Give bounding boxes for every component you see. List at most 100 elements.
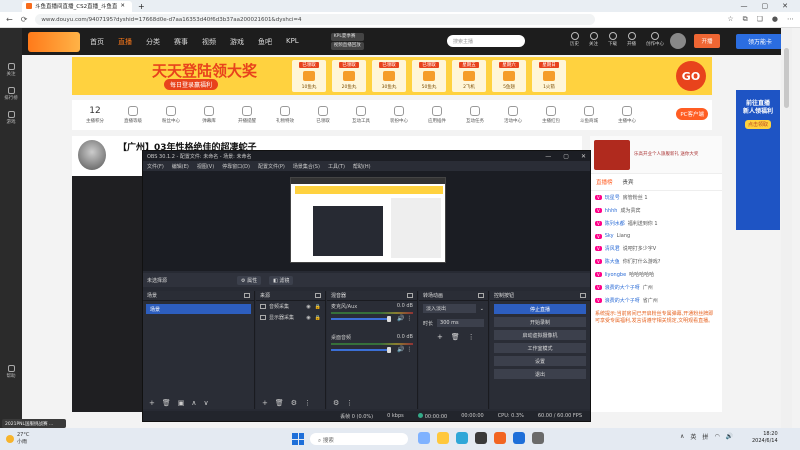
go-button[interactable]: GO bbox=[676, 61, 706, 91]
favorites-icon[interactable]: ❏ bbox=[757, 15, 763, 24]
day-card[interactable]: 已领取 10鱼丸 bbox=[292, 60, 326, 92]
nav-live[interactable]: 直播 bbox=[118, 37, 132, 47]
volume-slider[interactable]: 🔊 ⋮ bbox=[331, 346, 413, 353]
duration-input[interactable]: 300 ms bbox=[437, 319, 484, 327]
download-button[interactable]: 下载 bbox=[608, 32, 617, 47]
category-item[interactable]: 互动任务 bbox=[458, 106, 492, 124]
more-icon[interactable]: ⋮ bbox=[304, 399, 311, 407]
volume-icon[interactable]: 🔊 bbox=[726, 433, 733, 440]
more-icon[interactable]: ⋮ bbox=[346, 399, 353, 407]
tray-lang[interactable]: 英 bbox=[690, 432, 696, 441]
settings-icon[interactable] bbox=[532, 432, 544, 444]
category-item[interactable]: 粉丝中心 bbox=[154, 106, 188, 124]
obs-minimize-button[interactable]: — bbox=[545, 153, 551, 160]
clock[interactable]: 18:20 2024/6/14 bbox=[752, 431, 778, 445]
tab-vip[interactable]: 贵宾 bbox=[623, 178, 634, 186]
category-item[interactable]: 弹幕库 bbox=[192, 106, 226, 124]
sidebar-item-games[interactable]: 游戏 bbox=[0, 106, 22, 130]
nav-events[interactable]: 赛事 bbox=[174, 37, 188, 47]
speaker-icon[interactable]: 🔊 ⋮ bbox=[397, 315, 412, 322]
new-tab-icon[interactable]: + bbox=[138, 2, 145, 11]
edge-icon[interactable] bbox=[456, 432, 468, 444]
scrollbar-thumb[interactable] bbox=[784, 48, 789, 108]
undock-icon[interactable] bbox=[580, 293, 586, 298]
properties-button[interactable]: ⚙ 属性 bbox=[237, 275, 262, 285]
slider-knob[interactable] bbox=[387, 316, 391, 322]
nav-video[interactable]: 视频 bbox=[202, 37, 216, 47]
obs-icon[interactable] bbox=[475, 432, 487, 444]
app-icon[interactable] bbox=[494, 432, 506, 444]
history-button[interactable]: 历史 bbox=[570, 32, 579, 47]
menu-help[interactable]: 帮助(H) bbox=[353, 163, 371, 170]
move-down-icon[interactable]: ∨ bbox=[204, 399, 209, 407]
nav-home[interactable]: 首页 bbox=[90, 37, 104, 47]
streamer-avatar[interactable] bbox=[78, 140, 106, 170]
day-card[interactable]: 已领取 20鱼丸 bbox=[332, 60, 366, 92]
stop-streaming-button[interactable]: 停止直播 bbox=[494, 304, 586, 314]
add-icon[interactable]: + bbox=[149, 399, 155, 407]
weather-widget[interactable]: 27°C 小雨 bbox=[6, 432, 29, 445]
add-icon[interactable]: + bbox=[437, 333, 443, 341]
volume-slider[interactable]: 🔊 ⋮ bbox=[331, 315, 413, 322]
category-item[interactable]: 应用插件 bbox=[420, 106, 454, 124]
sidebar-item-help[interactable]: 帮助 bbox=[0, 360, 22, 384]
day-card[interactable]: 星期日 1火箭 bbox=[532, 60, 566, 92]
site-search-input[interactable]: 搜索主播 bbox=[447, 35, 525, 47]
speaker-icon[interactable]: 🔊 ⋮ bbox=[397, 346, 412, 353]
remove-icon[interactable]: 🗑 bbox=[162, 399, 171, 407]
category-item[interactable]: 开播提醒 bbox=[230, 106, 264, 124]
menu-profile[interactable]: 配置文件(P) bbox=[258, 163, 285, 170]
visibility-icon[interactable]: ◉ bbox=[306, 304, 310, 310]
source-item[interactable]: 音频采集 ◉ 🔒 bbox=[256, 301, 325, 312]
tab-close-icon[interactable]: ✕ bbox=[120, 3, 125, 9]
start-button[interactable] bbox=[292, 433, 304, 445]
profile-icon[interactable]: ● bbox=[772, 15, 778, 24]
go-live-button[interactable]: 开播 bbox=[627, 32, 636, 47]
sidebar-item-ranking[interactable]: 排行榜 bbox=[0, 82, 22, 106]
wifi-icon[interactable]: ◠ bbox=[714, 433, 719, 440]
pc-client-button[interactable]: PC客户端 bbox=[676, 108, 708, 120]
category-item[interactable]: 12 主播积分 bbox=[78, 106, 112, 124]
undock-icon[interactable] bbox=[244, 293, 250, 298]
obs-preview[interactable] bbox=[143, 171, 590, 271]
user-avatar[interactable] bbox=[670, 33, 686, 49]
category-item[interactable]: 装扮中心 bbox=[382, 106, 416, 124]
lock-icon[interactable]: 🔒 bbox=[315, 315, 321, 321]
undock-icon[interactable] bbox=[315, 293, 321, 298]
category-item[interactable]: 活动中心 bbox=[496, 106, 530, 124]
chat-user[interactable]: 清风君 bbox=[605, 245, 620, 252]
virtual-camera-button[interactable]: 启动虚拟摄像机 bbox=[494, 330, 586, 340]
nav-kpl[interactable]: KPL bbox=[286, 37, 299, 47]
notification-toast[interactable]: 2021PNL国服挑战赛 ... bbox=[2, 419, 66, 428]
scene-item[interactable]: 场景 bbox=[146, 304, 251, 314]
day-card[interactable]: 已领取 30鱼丸 bbox=[372, 60, 406, 92]
file-explorer-icon[interactable] bbox=[437, 432, 449, 444]
nav-games[interactable]: 游戏 bbox=[230, 37, 244, 47]
store-icon[interactable] bbox=[513, 432, 525, 444]
chevron-down-icon[interactable]: ⌄ bbox=[480, 306, 484, 312]
start-recording-button[interactable]: 开始录制 bbox=[494, 317, 586, 327]
nav-fishbar[interactable]: 鱼吧 bbox=[258, 37, 272, 47]
side-promo[interactable]: 前往直播 新人领福利 点击领取 bbox=[736, 90, 780, 230]
nav-category[interactable]: 分类 bbox=[146, 37, 160, 47]
category-item[interactable]: 已领取 bbox=[306, 106, 340, 124]
remove-icon[interactable]: 🗑 bbox=[275, 399, 284, 407]
lock-icon[interactable]: 🔒 bbox=[315, 304, 321, 310]
source-item[interactable]: 显示器采集 ◉ 🔒 bbox=[256, 312, 325, 323]
chat-user[interactable]: liyongbe bbox=[605, 272, 626, 278]
menu-tools[interactable]: 工具(T) bbox=[328, 163, 345, 170]
category-item[interactable]: 直播等级 bbox=[116, 106, 150, 124]
add-icon[interactable]: + bbox=[262, 399, 268, 407]
url-input[interactable]: www.douyu.com/9407195?dyshid=17668d0e-d7… bbox=[35, 14, 596, 25]
chat-user[interactable]: Sky bbox=[605, 233, 614, 239]
gear-icon[interactable]: ⚙ bbox=[291, 399, 297, 407]
creator-button[interactable]: 创作中心 bbox=[646, 32, 664, 47]
back-icon[interactable]: ← bbox=[6, 15, 13, 24]
category-item[interactable]: 礼物特效 bbox=[268, 106, 302, 124]
menu-view[interactable]: 视图(V) bbox=[197, 163, 214, 170]
exit-button[interactable]: 退出 bbox=[494, 369, 586, 379]
studio-mode-button[interactable]: 工作室模式 bbox=[494, 343, 586, 353]
douyu-logo[interactable] bbox=[28, 31, 80, 52]
more-icon[interactable]: ⋮ bbox=[468, 333, 475, 341]
chat-user[interactable]: 浪费的大个子呀 bbox=[605, 284, 640, 291]
